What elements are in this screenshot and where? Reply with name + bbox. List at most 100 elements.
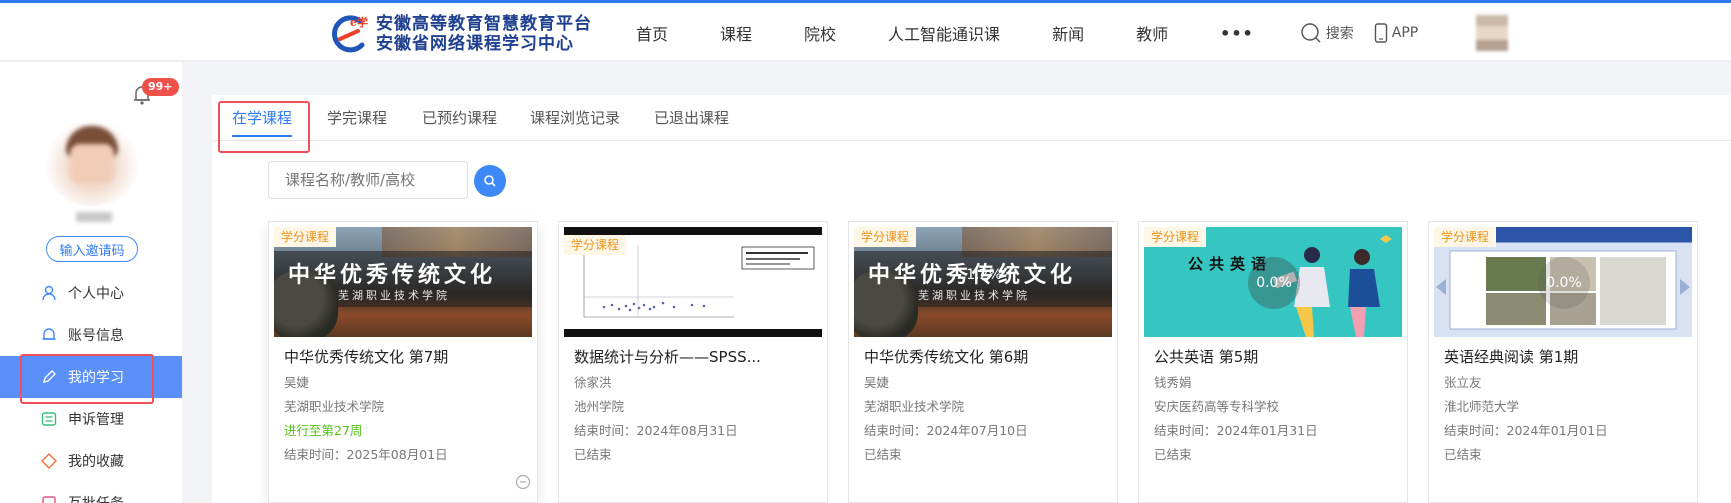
nav-news[interactable]: 新闻: [1052, 21, 1084, 45]
course-teacher: 钱秀娟: [1154, 375, 1192, 390]
sidebar-item-peer-review-tasks[interactable]: 互批任务: [0, 482, 182, 503]
course-thumbnail: 学分课程 0.0%: [1434, 227, 1692, 337]
course-end-time: 结束时间：2024年08月31日: [574, 423, 738, 438]
search-label: 搜索: [1325, 26, 1354, 42]
course-school: 淮北师范大学: [1444, 399, 1520, 414]
nav-courses[interactable]: 课程: [720, 21, 752, 45]
sidebar-item-personal-center[interactable]: 个人中心: [0, 272, 182, 314]
tab-current-courses[interactable]: 在学课程: [232, 95, 293, 141]
course-search-input[interactable]: [268, 161, 468, 199]
user-icon: [40, 284, 58, 302]
course-teacher: 张立友: [1444, 375, 1482, 390]
list-icon: [40, 410, 58, 428]
sidebar: 99+ 输入邀请码 个人中心 账号信息 我的学习 申诉管理 我的收藏 互批任务: [0, 62, 182, 503]
sidebar-item-favorites[interactable]: 我的收藏: [0, 440, 182, 482]
course-teacher: 徐家洪: [574, 375, 612, 390]
course-school: 安庆医药高等专科学校: [1154, 399, 1280, 414]
task-icon: [40, 494, 58, 503]
tag-icon: [40, 452, 58, 470]
course-card[interactable]: 学分课程 中华优秀传统文化 芜湖职业技术学院 中华优秀传统文化 第7期 吴婕 芜…: [268, 221, 538, 503]
thumbnail-title: 中华优秀传统文化: [288, 262, 497, 288]
credit-course-tag: 学分课程: [1144, 227, 1207, 247]
user-avatar[interactable]: [42, 106, 142, 206]
top-navigation-bar: e学 安徽高等教育智慧教育平台 安徽省网络课程学习中心 首页 课程 院校 人工智…: [0, 0, 1731, 60]
app-button[interactable]: APP: [1374, 23, 1418, 43]
course-tabs: 在学课程 学完课程 已预约课程 课程浏览记录 已退出课程: [212, 95, 1731, 141]
course-school: 芜湖职业技术学院: [284, 399, 385, 414]
course-end-time: 结束时间：2024年07月10日: [864, 423, 1028, 438]
course-end-time: 结束时间：2024年01月31日: [1154, 423, 1318, 438]
tab-completed-courses[interactable]: 学完课程: [327, 95, 387, 141]
course-end-time: 结束时间：2024年01月01日: [1444, 423, 1608, 438]
logo-text: 安徽高等教育智慧教育平台 安徽省网络课程学习中心: [376, 14, 592, 54]
nav-schools[interactable]: 院校: [804, 21, 836, 45]
course-status: 已结束: [864, 447, 902, 462]
sidebar-item-label: 个人中心: [68, 286, 124, 302]
course-thumbnail: 学分课程 中华优秀传统文化 芜湖职业技术学院 1.2%: [854, 227, 1112, 337]
course-status: 已结束: [574, 447, 612, 462]
notification-badge: 99+: [142, 78, 179, 96]
course-status: 已结束: [1154, 447, 1192, 462]
tab-reserved-courses[interactable]: 已预约课程: [422, 95, 497, 141]
course-school: 芜湖职业技术学院: [864, 399, 965, 414]
nav-teachers[interactable]: 教师: [1136, 21, 1168, 45]
course-thumbnail: 学分课程 公共英语 0.0%: [1144, 227, 1402, 337]
search-button[interactable]: 搜索: [1300, 22, 1354, 44]
search-submit-button[interactable]: [474, 165, 506, 197]
course-thumbnail: 学分课程 中华优秀传统文化 芜湖职业技术学院: [274, 227, 532, 337]
main-nav: 首页 课程 院校 人工智能通识课 新闻 教师 ••• 搜索 APP: [636, 3, 1438, 63]
course-card[interactable]: 学分课程 公共英语 0.0% 公共英语 第5期 钱秀娟 安庆医药高等专科学校 结…: [1138, 221, 1408, 503]
logo-mark-icon: e学: [328, 13, 370, 55]
main-content: 在学课程 学完课程 已预约课程 课程浏览记录 已退出课程 学分课程 中华优秀传统…: [212, 95, 1731, 503]
app-label: APP: [1391, 25, 1419, 41]
nav-home[interactable]: 首页: [636, 21, 668, 45]
pencil-icon: [40, 368, 58, 386]
course-school: 池州学院: [574, 399, 625, 414]
sidebar-item-appeal-management[interactable]: 申诉管理: [0, 398, 182, 440]
course-teacher: 吴婕: [864, 375, 890, 390]
search-icon: [484, 175, 496, 187]
credit-course-tag: 学分课程: [564, 235, 627, 255]
tab-label: 在学课程: [232, 109, 293, 127]
tab-browse-history[interactable]: 课程浏览记录: [530, 95, 620, 141]
sidebar-item-my-learning[interactable]: 我的学习: [0, 354, 182, 404]
credit-course-tag: 学分课程: [854, 227, 917, 247]
progress-percent: 0.0%: [1248, 257, 1300, 309]
svg-text:e学: e学: [350, 15, 368, 29]
nav-more-button[interactable]: •••: [1220, 24, 1254, 43]
sidebar-item-label: 账号信息: [68, 328, 124, 344]
course-title: 中华优秀传统文化 第6期: [864, 348, 1029, 366]
sidebar-item-label: 我的收藏: [68, 454, 124, 470]
course-progress: 进行至第27周: [284, 423, 363, 438]
logo-line-2: 安徽省网络课程学习中心: [376, 34, 574, 54]
course-card[interactable]: 学分课程 0.0% 英语经典阅读 第1期 张立友 淮北师范大学 结束时间：202…: [1428, 221, 1698, 503]
course-card[interactable]: 学分课程 中华优秀传统文化 芜湖职业技术学院 1.2% 中华优秀传统文化 第6期…: [848, 221, 1118, 503]
progress-percent: 0.0%: [1538, 257, 1590, 309]
sidebar-item-label: 申诉管理: [68, 412, 124, 428]
credit-course-tag: 学分课程: [1434, 227, 1497, 247]
username-blurred: [76, 212, 112, 222]
logo-line-1: 安徽高等教育智慧教育平台: [376, 14, 592, 34]
header-user-avatar[interactable]: [1476, 15, 1508, 51]
course-end-time: 结束时间：2025年08月01日: [284, 447, 448, 462]
progress-percent: 1.2%: [966, 267, 1002, 283]
platform-logo[interactable]: e学 安徽高等教育智慧教育平台 安徽省网络课程学习中心: [328, 13, 592, 55]
sidebar-item-label: 我的学习: [68, 370, 124, 386]
course-card[interactable]: 学分课程 数据统计与分析——SPSS... 徐家洪 池州学院 结束时间：2024…: [558, 221, 828, 503]
thumbnail-subtitle: 芜湖职业技术学院: [338, 289, 450, 302]
course-title: 中华优秀传统文化 第7期: [284, 348, 449, 366]
sidebar-item-account-info[interactable]: 账号信息: [0, 314, 182, 356]
search-icon: [1301, 23, 1321, 43]
course-status: 已结束: [1444, 447, 1482, 462]
course-title: 英语经典阅读 第1期: [1444, 348, 1579, 366]
tab-exited-courses[interactable]: 已退出课程: [654, 95, 729, 141]
sidebar-item-label: 互批任务: [68, 493, 124, 503]
nav-ai-course[interactable]: 人工智能通识课: [888, 21, 1000, 45]
course-teacher: 吴婕: [284, 375, 310, 390]
credit-course-tag: 学分课程: [274, 227, 337, 247]
course-title: 数据统计与分析——SPSS...: [574, 348, 761, 366]
invite-code-button[interactable]: 输入邀请码: [46, 236, 138, 262]
bell-icon: [40, 326, 58, 344]
phone-icon: [1374, 23, 1387, 43]
remove-course-icon[interactable]: [515, 474, 531, 494]
